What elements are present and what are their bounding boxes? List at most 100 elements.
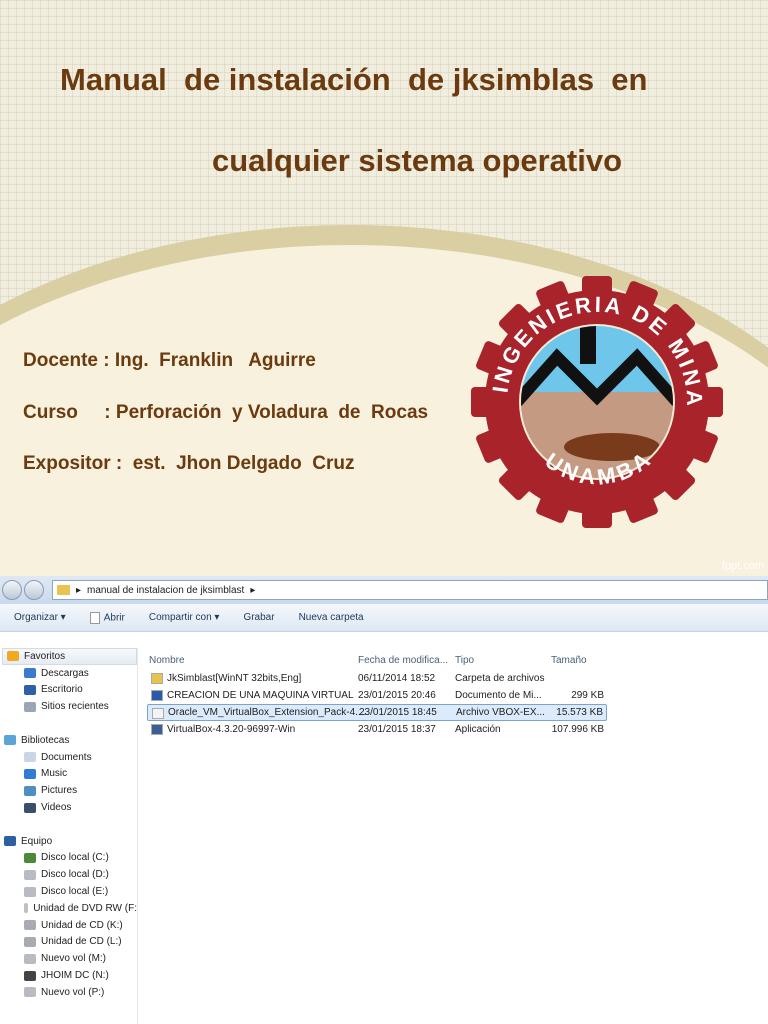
back-button[interactable] [2, 580, 22, 600]
navigation-pane: Favoritos Descargas Escritorio Sitios recie… [0, 648, 138, 1024]
sidebar-item-label: Nuevo vol (P:) [41, 986, 105, 998]
column-header-date[interactable]: Fecha de modifica... [358, 655, 448, 666]
sidebar-item[interactable]: Music [0, 766, 137, 783]
music-icon [24, 768, 36, 779]
folder-icon [151, 673, 163, 684]
file-date: 06/11/2014 18:52 [358, 673, 436, 684]
sidebar-item[interactable]: Unidad de DVD RW (F: [0, 900, 137, 917]
star-icon [7, 651, 19, 662]
sidebar-item[interactable]: Disco local (C:) [0, 850, 137, 867]
drive-icon [24, 869, 36, 880]
sidebar-item-label: Disco local (C:) [41, 852, 109, 864]
documents-icon [24, 752, 36, 763]
file-size: 107.996 KB [551, 724, 604, 735]
sidebar-item-label: Documents [41, 751, 92, 763]
recent-icon [24, 701, 36, 712]
sidebar-item[interactable]: Videos [0, 799, 137, 816]
sidebar-item[interactable]: Equipo [0, 833, 137, 850]
sidebar-item-label: Bibliotecas [21, 734, 70, 746]
file-type: Archivo VBOX-EX... [456, 707, 545, 718]
slide-title-line1: Manual de instalación de jksimblas en [60, 62, 648, 97]
forward-button[interactable] [24, 580, 44, 600]
file-name: JkSimblast[WinNT 32bits,Eng] [167, 673, 302, 684]
file-list: Nombre Fecha de modifica... Tipo Tamaño … [140, 648, 768, 1024]
column-headers: Nombre Fecha de modifica... Tipo Tamaño [147, 652, 607, 669]
address-bar-row: ▸ manual de instalacion de jksimblast ▸ [0, 576, 768, 604]
computer-icon [4, 836, 16, 847]
share-button[interactable]: Compartir con ▾ [149, 612, 220, 623]
drive-c-icon [24, 852, 36, 863]
column-header-type[interactable]: Tipo [455, 655, 474, 666]
file-date: 23/01/2015 20:46 [358, 690, 436, 701]
file-date: 23/01/2015 18:45 [359, 707, 437, 718]
sidebar-item[interactable]: Favoritos [2, 648, 137, 665]
sidebar-item-label: Equipo [21, 835, 53, 847]
sidebar-item[interactable]: Disco local (D:) [0, 866, 137, 883]
unamba-mining-logo: INGENIERIA DE MINAS UNAMBA [462, 262, 723, 528]
file-type: Documento de Mi... [455, 690, 542, 701]
sidebar-item-label: Unidad de DVD RW (F: [33, 902, 137, 914]
sidebar-item-label: Escritorio [41, 684, 83, 696]
docente-text: Docente : Ing. Franklin Aguirre [23, 350, 316, 371]
new-folder-button[interactable]: Nueva carpeta [299, 612, 364, 623]
videos-icon [24, 802, 36, 813]
cd-icon [24, 936, 36, 947]
file-size: 299 KB [571, 690, 604, 701]
column-header-name[interactable]: Nombre [149, 655, 185, 666]
file-type: Carpeta de archivos [455, 673, 545, 684]
drive-icon [24, 886, 36, 897]
sidebar-item-label: Nuevo vol (M:) [41, 953, 107, 965]
sidebar-item-label: JHOIM DC (N:) [41, 970, 109, 982]
column-header-size[interactable]: Tamaño [551, 655, 587, 666]
file-icon [152, 708, 164, 719]
drive-icon [24, 987, 36, 998]
sidebar-item[interactable]: Nuevo vol (P:) [0, 984, 137, 1001]
file-name: VirtualBox-4.3.20-96997-Win [167, 724, 296, 735]
file-size: 15.573 KB [556, 707, 603, 718]
sidebar-item-label: Pictures [41, 785, 78, 797]
sidebar-item-label: Favoritos [24, 650, 66, 662]
burn-button[interactable]: Grabar [243, 612, 274, 623]
sidebar-item[interactable]: Sitios recientes [0, 698, 137, 715]
chevron-right-icon: ▸ [250, 584, 256, 596]
sidebar-item-label: Videos [41, 802, 72, 814]
sidebar-item[interactable]: Nuevo vol (M:) [0, 950, 137, 967]
sidebar-item[interactable]: Bibliotecas [0, 732, 137, 749]
sidebar-item[interactable]: Unidad de CD (L:) [0, 934, 137, 951]
file-row[interactable]: JkSimblast[WinNT 32bits,Eng] 06/11/2014 … [147, 670, 607, 687]
watermark: fppt.com [721, 560, 764, 572]
file-row[interactable]: CREACION DE UNA MAQUINA VIRTUAL 23/01/20… [147, 687, 607, 704]
sidebar-item[interactable]: Documents [0, 749, 137, 766]
file-row[interactable]: VirtualBox-4.3.20-96997-Win 23/01/2015 1… [147, 721, 607, 738]
breadcrumb[interactable]: manual de instalacion de jksimblast [87, 585, 244, 596]
sidebar-item[interactable]: Pictures [0, 782, 137, 799]
sidebar-item[interactable]: JHOIM DC (N:) [0, 967, 137, 984]
sidebar-item-label: Disco local (D:) [41, 869, 109, 881]
address-bar[interactable]: ▸ manual de instalacion de jksimblast ▸ [52, 580, 768, 600]
chevron-right-icon: ▸ [76, 584, 82, 596]
file-type: Aplicación [455, 724, 501, 735]
sidebar-item[interactable]: Descargas [0, 665, 137, 682]
organize-button[interactable]: Organizar ▾ [14, 612, 66, 623]
sidebar-item-label: Descargas [41, 667, 89, 679]
pictures-icon [24, 785, 36, 796]
sidebar-item[interactable]: Escritorio [0, 682, 137, 699]
sidebar-item[interactable]: Unidad de CD (K:) [0, 917, 137, 934]
expositor-text: Expositor : est. Jhon Delgado Cruz [23, 453, 355, 474]
usb-drive-icon [24, 970, 36, 981]
word-doc-icon [151, 690, 163, 701]
virtualbox-icon [151, 724, 163, 735]
sidebar-item[interactable]: Disco local (E:) [0, 883, 137, 900]
downloads-icon [24, 668, 36, 679]
drive-icon [24, 953, 36, 964]
file-row[interactable]: Oracle_VM_VirtualBox_Extension_Pack-4...… [147, 704, 607, 721]
sidebar-item-label: Unidad de CD (K:) [41, 919, 123, 931]
file-name: CREACION DE UNA MAQUINA VIRTUAL [167, 690, 354, 701]
gear-tooth [582, 498, 612, 528]
desktop-icon [24, 684, 36, 695]
dvd-icon [24, 903, 29, 914]
libraries-icon [4, 735, 16, 746]
open-button[interactable]: Abrir [89, 611, 125, 624]
